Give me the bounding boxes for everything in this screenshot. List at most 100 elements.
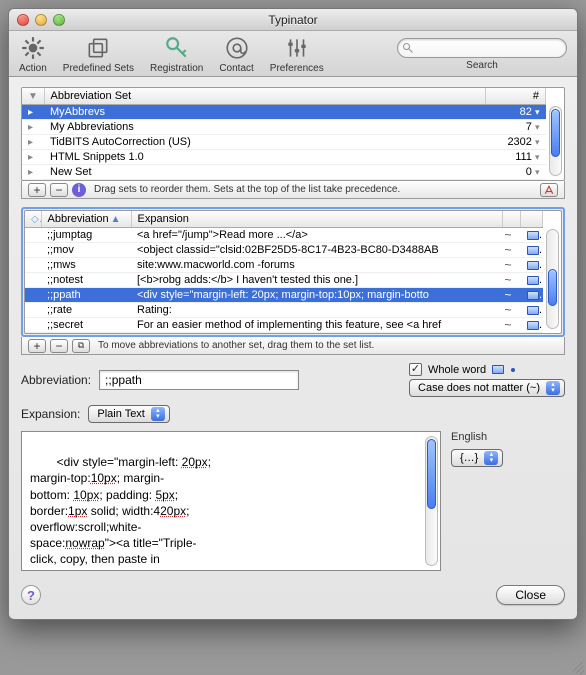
- gear-icon: [20, 35, 46, 61]
- search-input[interactable]: [418, 42, 560, 54]
- predefined-label: Predefined Sets: [63, 63, 134, 74]
- abbreviation-label: Abbreviation:: [21, 373, 91, 387]
- set-name: New Set: [44, 165, 486, 180]
- disclosure-icon[interactable]: ▸: [22, 165, 44, 180]
- sets-icon: [85, 35, 111, 61]
- abbr-scrollbar[interactable]: [546, 229, 559, 329]
- disclosure-icon[interactable]: ▸: [22, 120, 44, 135]
- row-type-icon: [521, 303, 543, 318]
- contact-button[interactable]: Contact: [219, 35, 253, 74]
- remove-abbr-button[interactable]: −: [50, 339, 68, 353]
- row-status: [25, 288, 41, 303]
- set-row[interactable]: ▸My Abbreviations7 ▾: [22, 120, 546, 135]
- preferences-label: Preferences: [270, 63, 324, 74]
- abbreviation-row[interactable]: ;;notest[<b>robg adds:</b> I haven't tes…: [25, 273, 543, 288]
- row-type-icon: [521, 243, 543, 258]
- row-type-icon: [521, 318, 543, 333]
- row-type-icon: [521, 258, 543, 273]
- set-row[interactable]: ▸MyAbbrevs82 ▾: [22, 105, 546, 120]
- abbreviation-row[interactable]: ;;jumptag<a href="/jump">Read more ...</…: [25, 228, 543, 243]
- row-expansion: For an easier method of implementing thi…: [131, 318, 503, 333]
- set-row[interactable]: ▸New Set0 ▾: [22, 165, 546, 180]
- whole-word-label: Whole word: [428, 364, 486, 376]
- sets-footer: + − i Drag sets to reorder them. Sets at…: [21, 181, 565, 199]
- abbreviation-row[interactable]: ;;mwssite:www.macworld.com -forums~: [25, 258, 543, 273]
- abbr-col-type[interactable]: [521, 211, 543, 228]
- row-expansion: <object classid="clsid:02BF25D5-8C17-4B2…: [131, 243, 503, 258]
- expansion-type-popup[interactable]: Plain Text: [88, 405, 170, 423]
- set-row[interactable]: ▸HTML Snippets 1.0111 ▾: [22, 150, 546, 165]
- abbreviation-row[interactable]: ;;mov<object classid="clsid:02BF25D5-8C1…: [25, 243, 543, 258]
- help-button[interactable]: ?: [21, 585, 41, 605]
- set-count: 111 ▾: [486, 150, 546, 165]
- sets-scrollbar[interactable]: [549, 106, 562, 176]
- autocorrect-icon[interactable]: [540, 183, 558, 197]
- registration-button[interactable]: Registration: [150, 35, 203, 74]
- titlebar[interactable]: Typinator: [9, 9, 577, 31]
- disclosure-icon[interactable]: ▸: [22, 105, 44, 120]
- abbreviation-row[interactable]: ;;secretFor an easier method of implemen…: [25, 318, 543, 333]
- duplicate-abbr-button[interactable]: ⧉: [72, 339, 90, 353]
- case-label: Case does not matter (~): [418, 382, 540, 394]
- predefined-sets-button[interactable]: Predefined Sets: [63, 35, 134, 74]
- row-status: [25, 228, 41, 243]
- row-case-icon: ~: [503, 273, 521, 288]
- row-case-icon: ~: [503, 303, 521, 318]
- insert-placeholder-popup[interactable]: {…}: [451, 449, 503, 467]
- language-label: English: [451, 431, 487, 443]
- set-count: 7 ▾: [486, 120, 546, 135]
- sets-disclosure-header[interactable]: ▼: [22, 88, 44, 105]
- add-set-button[interactable]: +: [28, 183, 46, 197]
- expansion-scrollbar[interactable]: [425, 436, 438, 566]
- row-status: [25, 258, 41, 273]
- disclosure-icon[interactable]: ▸: [22, 135, 44, 150]
- abbr-col-exp[interactable]: Expansion: [131, 211, 503, 228]
- abbr-col-abbr[interactable]: Abbreviation▲: [41, 211, 131, 228]
- main-window: Typinator Action Predefined Sets Registr…: [8, 8, 578, 620]
- close-button[interactable]: Close: [496, 585, 565, 605]
- expansion-textarea[interactable]: <div style="margin-left: 20px; margin-to…: [21, 431, 441, 571]
- minimize-window-icon[interactable]: [35, 14, 47, 26]
- remove-set-button[interactable]: −: [50, 183, 68, 197]
- sets-col-count[interactable]: #: [486, 88, 546, 105]
- contact-label: Contact: [219, 63, 253, 74]
- row-type-icon: [521, 288, 543, 303]
- row-type-icon: [521, 228, 543, 243]
- zoom-window-icon[interactable]: [53, 14, 65, 26]
- row-expansion: <a href="/jump">Read more ...</a>: [131, 228, 503, 243]
- search-field[interactable]: [397, 38, 567, 58]
- row-abbr: ;;mws: [41, 258, 131, 273]
- sets-col-name[interactable]: Abbreviation Set: [44, 88, 486, 105]
- row-abbr: ;;mov: [41, 243, 131, 258]
- set-row[interactable]: ▸TidBITS AutoCorrection (US)2302 ▾: [22, 135, 546, 150]
- row-abbr: ;;jumptag: [41, 228, 131, 243]
- abbreviation-row[interactable]: ;;rateRating:~: [25, 303, 543, 318]
- set-count: 82 ▾: [486, 105, 546, 120]
- info-icon[interactable]: i: [72, 183, 86, 197]
- close-window-icon[interactable]: [17, 14, 29, 26]
- row-abbr: ;;ppath: [41, 288, 131, 303]
- row-abbr: ;;rate: [41, 303, 131, 318]
- abbreviations-table: ◇ Abbreviation▲ Expansion ;;jumptag<a hr…: [24, 210, 562, 334]
- set-name: TidBITS AutoCorrection (US): [44, 135, 486, 150]
- disclosure-icon[interactable]: ▸: [22, 150, 44, 165]
- case-popup[interactable]: Case does not matter (~): [409, 379, 565, 397]
- placeholder-label: {…}: [460, 452, 478, 464]
- popup-arrows-icon: [546, 381, 560, 395]
- abbr-status-header[interactable]: ◇: [25, 211, 41, 228]
- sets-table: ▼ Abbreviation Set # ▸MyAbbrevs82 ▾▸My A…: [21, 87, 565, 181]
- whole-word-checkbox[interactable]: [409, 363, 422, 376]
- action-button[interactable]: Action: [19, 35, 47, 74]
- set-name: My Abbreviations: [44, 120, 486, 135]
- abbr-hint: To move abbreviations to another set, dr…: [98, 340, 374, 351]
- preferences-button[interactable]: Preferences: [270, 35, 324, 74]
- abbreviation-input[interactable]: [99, 370, 299, 390]
- type-icon: [492, 365, 504, 374]
- abbr-col-case[interactable]: [503, 211, 521, 228]
- action-label: Action: [19, 63, 47, 74]
- abbreviation-row[interactable]: ;;ppath<div style="margin-left: 20px; ma…: [25, 288, 543, 303]
- registration-label: Registration: [150, 63, 203, 74]
- row-case-icon: ~: [503, 318, 521, 333]
- add-abbr-button[interactable]: +: [28, 339, 46, 353]
- sliders-icon: [284, 35, 310, 61]
